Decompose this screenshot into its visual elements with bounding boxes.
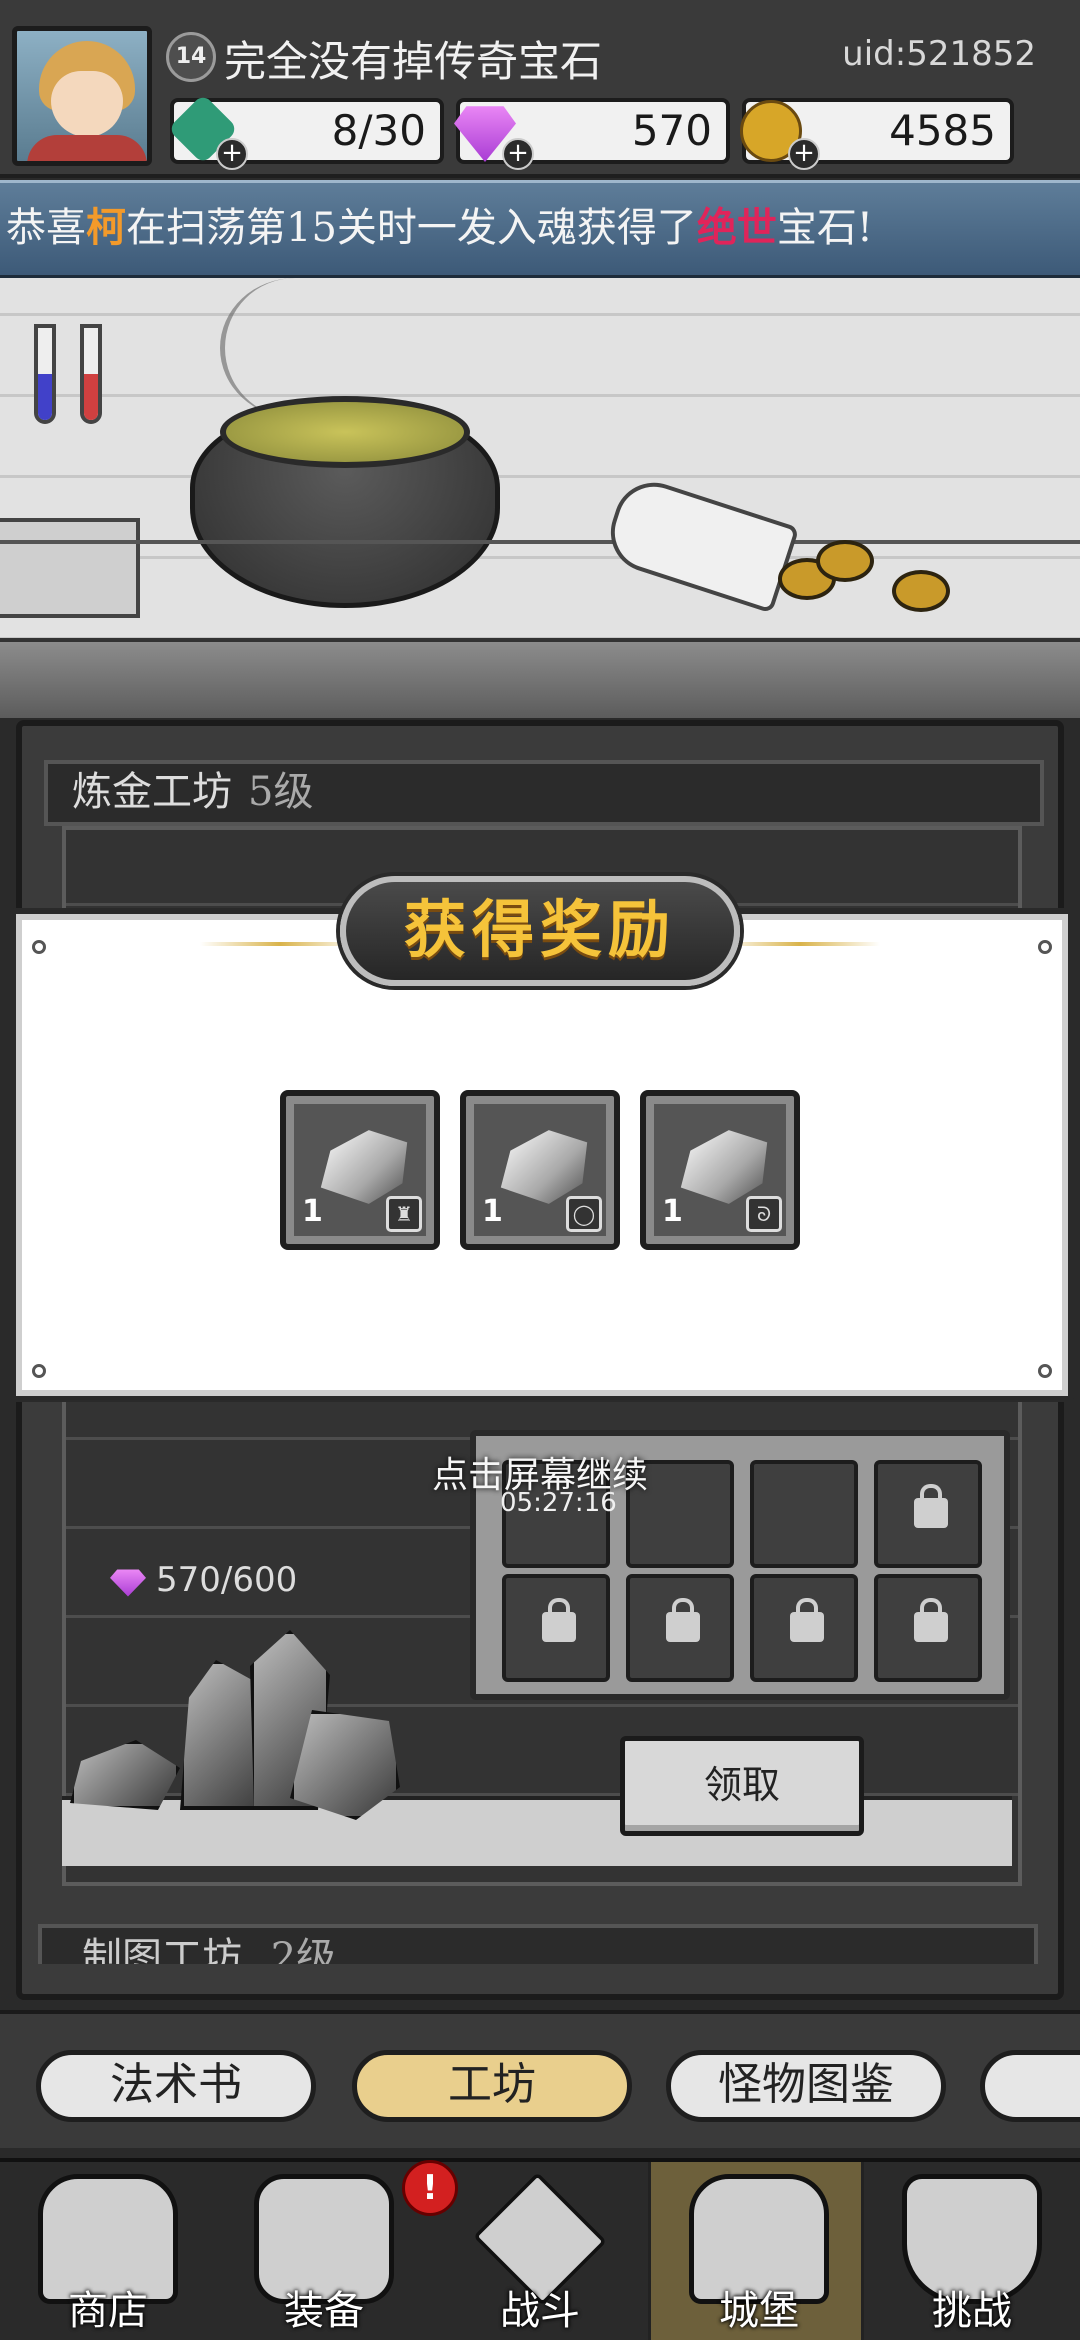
reward-count: 1 [302,1194,323,1229]
lock-icon [666,1598,700,1642]
gem-cost-value: 570/600 [156,1560,298,1600]
announcement-prefix: 恭喜 [6,205,86,251]
player-uid: uid:521852 [842,34,1036,74]
gem-counter: + 570 [454,98,730,170]
nav-label: 挑战 [932,2288,1012,2334]
player-level-badge: 14 [166,32,216,82]
lock-icon [914,1598,948,1642]
nav-label: 战斗 [500,2288,580,2334]
nav-label: 装备 [284,2288,364,2334]
alchemy-scene [0,278,1080,718]
reward-modal-title: 获得奖励 [403,893,676,966]
add-coins-button[interactable]: + [788,138,820,170]
gem-icon [110,1569,146,1597]
lock-icon [542,1598,576,1642]
add-gems-button[interactable]: + [502,138,534,170]
equipment-alert-badge: ! [402,2160,458,2216]
upgrade-gem-cost: 570/600 [110,1560,297,1600]
announcement-middle: 在扫荡第15关时一发入魂获得了 [126,205,697,251]
energy-value: 8/30 [331,106,426,155]
next-workshop-header[interactable]: 制图工坊 2级 [38,1924,1038,1964]
add-energy-button[interactable]: + [216,138,248,170]
workshop-title: 炼金工坊 [72,769,232,815]
player-name: 完全没有掉传奇宝石 [224,37,603,86]
reward-count: 1 [662,1194,683,1229]
nav-label: 商店 [68,2288,148,2334]
gem-value: 570 [631,106,712,155]
claim-button[interactable]: 领取 [620,1736,864,1836]
reward-item[interactable]: 1 ᘐ [640,1090,800,1250]
tap-to-continue-hint[interactable]: 点击屏幕继续 [0,1446,1080,1498]
player-avatar[interactable] [12,26,152,166]
reward-count: 1 [482,1194,503,1229]
production-slot-locked [750,1574,858,1682]
reward-item[interactable]: 1 ♜ [280,1090,440,1250]
coin-decoration [816,540,874,582]
tab-workshop[interactable]: 工坊 [352,2050,632,2122]
ring-icon: ◯ [566,1196,602,1232]
table-top [0,638,1080,718]
lock-icon [790,1598,824,1642]
next-workshop-title: 制图工坊 [82,1935,242,1964]
production-slot-locked [874,1574,982,1682]
nav-castle[interactable]: 城堡 [648,2162,864,2340]
lock-icon [914,1484,948,1528]
production-slot-locked [502,1574,610,1682]
nav-equipment[interactable]: 装备 [216,2162,432,2340]
armor-icon: ♜ [386,1196,422,1232]
scroll-decoration [600,472,800,614]
workshop-level: 5级 [248,769,314,815]
cauldron-brew [220,396,470,468]
top-bar: 14 完全没有掉传奇宝石 uid:521852 + 8/30 + 570 + 4… [0,0,1080,178]
nav-shop[interactable]: 商店 [0,2162,216,2340]
announcement-suffix: 宝石! [776,205,873,251]
test-tube-blue [34,324,56,424]
test-tube-rack [0,518,140,618]
crystal-pile [70,1620,420,1840]
next-workshop-level: 2级 [270,1935,337,1964]
test-tube-red [80,324,102,424]
nav-label: 城堡 [719,2288,799,2334]
amulet-icon: ᘐ [746,1196,782,1232]
coin-counter: + 4585 [740,98,1014,170]
coin-value: 4585 [889,106,996,155]
announcement-banner: 恭喜柯在扫荡第15关时一发入魂获得了绝世宝石! [0,180,1080,278]
energy-counter: + 8/30 [167,93,444,170]
coin-decoration [892,570,950,612]
workshop-header: 炼金工坊 5级 [44,760,1044,826]
reward-item[interactable]: 1 ◯ [460,1090,620,1250]
tab-spellbook[interactable]: 法术书 [36,2050,316,2122]
nav-battle[interactable]: 战斗 [432,2162,648,2340]
tab-bestiary[interactable]: 怪物图鉴 [666,2050,946,2122]
sub-tab-bar: 法术书 工坊 怪物图鉴 [0,2010,1080,2148]
announcement-player: 柯 [86,204,126,251]
production-slot-locked [626,1574,734,1682]
bottom-nav: 商店 装备 战斗 城堡 挑战 [0,2158,1080,2340]
tab-more[interactable] [980,2050,1080,2122]
nav-challenge[interactable]: 挑战 [864,2162,1080,2340]
announcement-rarity: 绝世 [696,204,777,251]
